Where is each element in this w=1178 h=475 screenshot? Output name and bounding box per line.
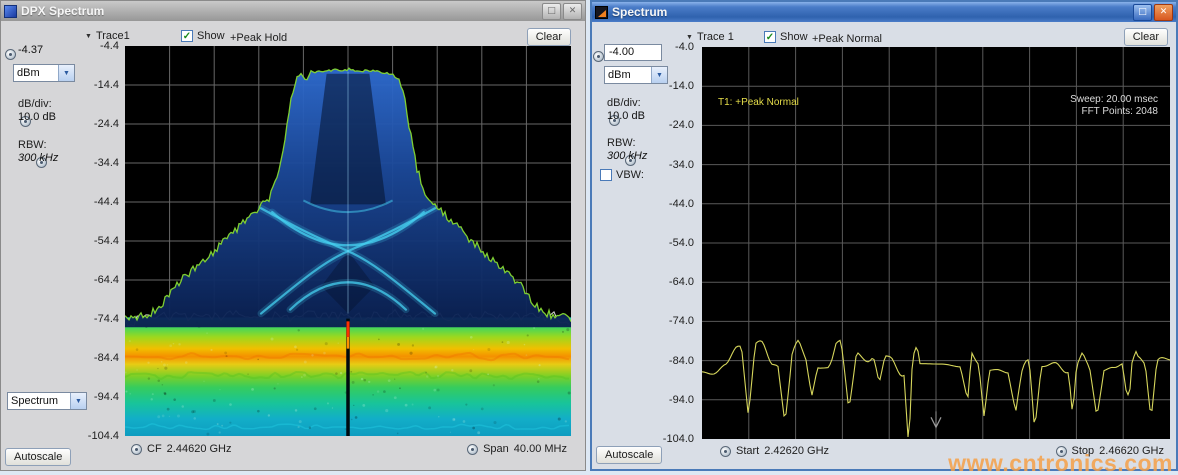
y-tick-label: -34.0 [669,159,694,171]
spectrum-rbw-value[interactable]: 300 kHz [607,150,647,162]
spectrum-start-value[interactable]: 2.42620 GHz [764,445,829,457]
dpx-dbdiv-value[interactable]: 10.0 dB [18,111,56,123]
dpx-content: ▼ Trace1 ✓ Show +Peak Hold Clear -4.37 d… [1,21,585,470]
dpx-persistence-display[interactable] [125,46,571,436]
spectrum-window: Spectrum □ ✕ ▼ Trace 1 ✓ Show +Peak Norm… [590,0,1178,471]
y-tick-label: -44.0 [669,198,694,210]
y-tick-label: -84.4 [94,352,119,364]
knob-icon[interactable] [467,444,478,455]
sweep-value: Sweep: 20.00 msec [1070,94,1158,106]
y-tick-label: -14.4 [94,79,119,91]
dpx-view-select[interactable]: Spectrum ▼ [7,392,87,410]
dpx-window-title: DPX Spectrum [21,4,538,18]
checkbox-checked-icon: ✓ [764,31,776,43]
spectrum-dbdiv-label: dB/div: [607,97,641,109]
y-tick-label: -64.4 [94,274,119,286]
close-icon[interactable]: ✕ [563,3,582,20]
knob-icon[interactable] [5,49,16,60]
restore-icon[interactable]: □ [542,3,561,20]
y-tick-label: -24.0 [669,119,694,131]
dpx-view-value: Spectrum [8,393,70,409]
chevron-down-icon: ▼ [686,34,693,41]
y-tick-label: -24.4 [94,118,119,130]
dpx-cf-label: CF [147,443,162,455]
dpx-rbw-label: RBW: [18,139,47,151]
y-tick-label: -94.4 [94,391,119,403]
dpx-span-value[interactable]: 40.00 MHz [514,443,567,455]
dpx-show-label: Show [197,30,225,42]
y-tick-label: -64.0 [669,276,694,288]
y-tick-label: -74.4 [94,313,119,325]
dpx-unit-value: dBm [14,65,58,81]
y-tick-label: -74.0 [669,315,694,327]
y-tick-label: -94.0 [669,394,694,406]
y-tick-label: -104.4 [88,430,119,442]
spectrum-vbw-checkbox[interactable]: VBW: [600,169,644,181]
desktop: DPX Spectrum □ ✕ ▼ Trace1 ✓ Show +Peak H… [0,0,1178,475]
dpx-unit-select[interactable]: dBm ▼ [13,64,75,82]
spectrum-trace-label: Trace 1 [697,31,734,43]
spectrum-clear-button[interactable]: Clear [1124,28,1168,46]
spectrum-titlebar[interactable]: Spectrum □ ✕ [592,2,1176,22]
chevron-down-icon: ▼ [58,65,74,81]
checkbox-unchecked-icon [600,169,612,181]
y-tick-label: -54.4 [94,235,119,247]
dpx-detector-label: +Peak Hold [230,32,287,44]
dpx-plot-area[interactable] [125,46,571,436]
dpx-app-icon [4,5,17,18]
dpx-span-label: Span [483,443,509,455]
restore-icon[interactable]: □ [1133,4,1152,21]
dpx-span-control[interactable]: Span 40.00 MHz [467,443,567,455]
spectrum-autoscale-button[interactable]: Autoscale [596,446,662,464]
y-tick-label: -4.4 [100,40,119,52]
spectrum-y-axis: -4.0-14.0-24.0-34.0-44.0-54.0-64.0-74.0-… [650,47,696,439]
knob-icon[interactable] [131,444,142,455]
spectrum-app-icon [595,6,608,19]
dpx-show-checkbox[interactable]: ✓ Show [181,30,225,42]
spectrum-detector-label: +Peak Normal [812,33,882,45]
y-tick-label: -44.4 [94,196,119,208]
fft-points-value: FFT Points: 2048 [1070,106,1158,118]
spectrum-start-label: Start [736,445,759,457]
y-tick-label: -4.0 [675,41,694,53]
y-tick-label: -104.0 [663,433,694,445]
dpx-autoscale-button[interactable]: Autoscale [5,448,71,466]
checkbox-checked-icon: ✓ [181,30,193,42]
spectrum-content: ▼ Trace 1 ✓ Show +Peak Normal Clear -4.0… [592,22,1176,469]
sweep-info-annotation: Sweep: 20.00 msec FFT Points: 2048 [1070,94,1158,118]
knob-icon[interactable] [720,446,731,457]
watermark: www.cntronics.com [948,450,1173,475]
spectrum-show-label: Show [780,31,808,43]
dpx-rbw-value[interactable]: 300 kHz [18,152,58,164]
trace-info-annotation: T1: +Peak Normal [718,97,799,108]
dpx-spectrum-window: DPX Spectrum □ ✕ ▼ Trace1 ✓ Show +Peak H… [0,0,586,471]
spectrum-start-control[interactable]: Start 2.42620 GHz [720,445,829,457]
dpx-dbdiv-label: dB/div: [18,98,52,110]
dpx-cf-control[interactable]: CF 2.44620 GHz [131,443,232,455]
dpx-clear-button[interactable]: Clear [527,28,571,46]
spectrum-plot-area[interactable]: T1: +Peak Normal Sweep: 20.00 msec FFT P… [702,47,1170,439]
spectrum-dbdiv-value[interactable]: 10.0 dB [607,110,645,122]
dpx-ref-level[interactable]: -4.37 [18,44,43,56]
close-icon[interactable]: ✕ [1154,4,1173,21]
y-tick-label: -54.0 [669,237,694,249]
spectrum-show-checkbox[interactable]: ✓ Show [764,31,808,43]
chevron-down-icon: ▼ [85,33,92,40]
spectrum-window-title: Spectrum [612,5,1129,19]
dpx-titlebar[interactable]: DPX Spectrum □ ✕ [1,1,585,21]
knob-icon[interactable] [593,51,604,62]
y-tick-label: -14.0 [669,80,694,92]
y-tick-label: -84.0 [669,355,694,367]
spectrum-vbw-label: VBW: [616,169,644,181]
y-tick-label: -34.4 [94,157,119,169]
spectrum-unit-value: dBm [605,67,651,83]
dpx-y-axis: -4.4-14.4-24.4-34.4-44.4-54.4-64.4-74.4-… [77,46,121,436]
spectrum-rbw-label: RBW: [607,137,636,149]
dpx-cf-value[interactable]: 2.44620 GHz [167,443,232,455]
